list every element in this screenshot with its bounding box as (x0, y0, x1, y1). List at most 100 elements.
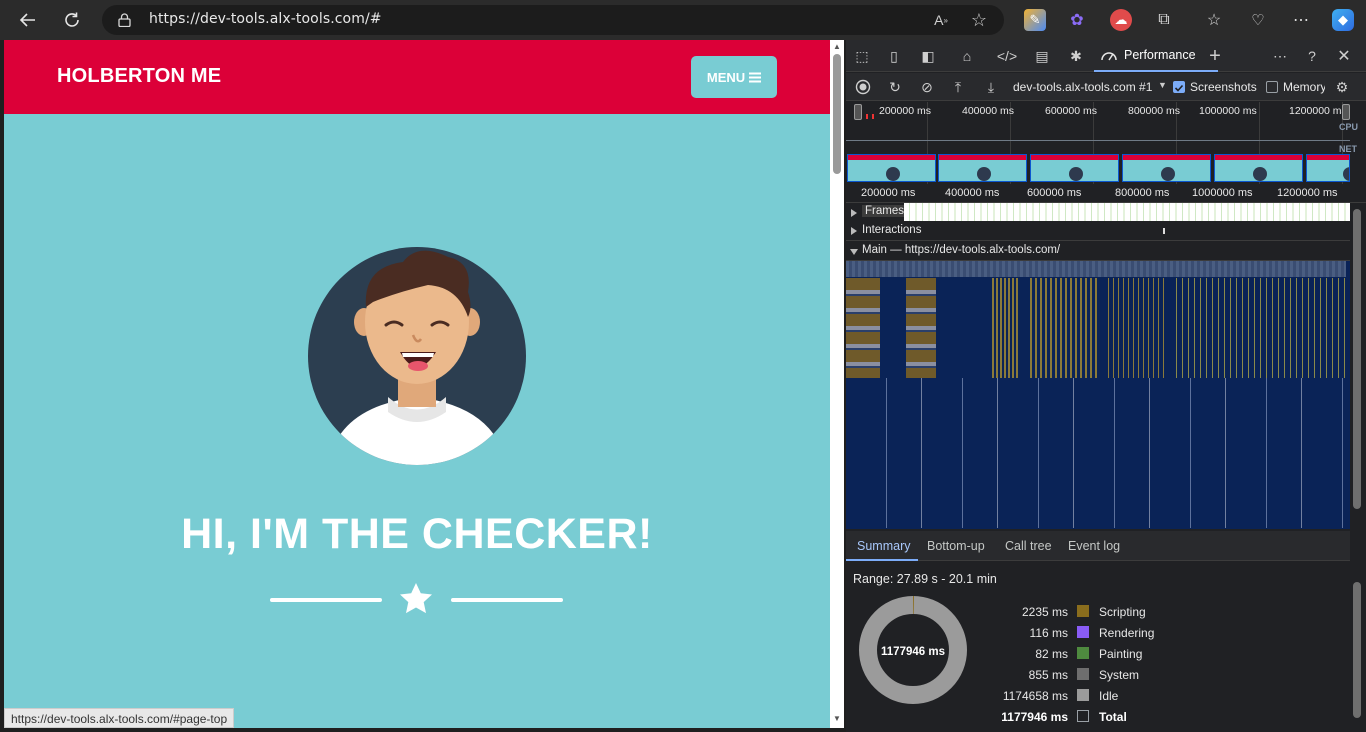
screenshot-thumbnail (847, 154, 936, 182)
console-icon[interactable]: ▤ (1032, 46, 1052, 66)
add-tab-icon[interactable]: + (1205, 45, 1225, 67)
reload-record-button[interactable]: ↻ (885, 77, 905, 97)
extension-pencil-icon[interactable]: ✎ (1024, 9, 1046, 31)
download-profile-icon[interactable]: ⤓ (981, 77, 1001, 97)
tab-bottom-up[interactable]: Bottom-up (927, 539, 985, 553)
long-task-marker (866, 114, 868, 119)
main-thread-track-header[interactable]: Main — https://dev-tools.alx-tools.com/ (846, 241, 1350, 261)
legend-value: 855 ms (1028, 668, 1068, 682)
legend-name: Idle (1099, 689, 1119, 703)
legend-swatch (1077, 710, 1089, 722)
reload-button[interactable] (58, 6, 86, 34)
summary-scroll-thumb[interactable] (1353, 582, 1361, 718)
favorites-icon[interactable]: ☆ (1203, 9, 1225, 31)
page-scrollbar[interactable]: ▲ ▼ (830, 40, 844, 728)
main-track-label: Main — https://dev-tools.alx-tools.com/ (862, 244, 1061, 256)
legend-swatch (1077, 605, 1089, 617)
main-collapse-icon[interactable] (850, 249, 858, 255)
screenshots-checkbox[interactable] (1173, 81, 1185, 93)
star-icon (400, 583, 432, 614)
frames-track-label: Frames (862, 205, 907, 217)
main-thread-flame-chart[interactable] (846, 261, 1350, 529)
menu-label: MENU (706, 69, 746, 85)
divider-line-right (451, 598, 563, 602)
devtools-panel: ⬚ ▯ ◧ ⌂ </> ▤ ✱ Performance + ⋯ ? ✕ ↻ ⊘ … (846, 40, 1366, 732)
legend-swatch (1077, 668, 1089, 680)
tab-summary[interactable]: Summary (857, 539, 910, 553)
read-aloud-icon[interactable]: A» (931, 10, 951, 30)
flame-cluster (846, 278, 880, 378)
record-button[interactable] (853, 77, 873, 97)
ruler-tick: 1200000 ms (1277, 187, 1338, 199)
scroll-up-icon[interactable]: ▲ (833, 42, 841, 51)
overview-right-handle[interactable] (1342, 104, 1350, 120)
interaction-marker (1163, 228, 1165, 234)
frames-expand-icon[interactable] (851, 209, 857, 217)
elements-icon[interactable]: </> (997, 46, 1017, 66)
summary-range: Range: 27.89 s - 20.1 min (853, 572, 997, 586)
status-url-tooltip: https://dev-tools.alx-tools.com/#page-to… (4, 708, 235, 728)
cpu-baseline (846, 140, 1350, 141)
tab-performance[interactable]: Performance (1094, 40, 1218, 72)
interactions-expand-icon[interactable] (851, 227, 857, 235)
memory-checkbox[interactable] (1266, 81, 1278, 93)
performance-gauge-icon (1101, 52, 1117, 61)
summary-row-idle: 1174658 ms Idle (986, 687, 1346, 705)
close-devtools-icon[interactable]: ✕ (1334, 46, 1354, 66)
timeline-scrollbar[interactable] (1350, 203, 1364, 529)
legend-value: 1177946 ms (1001, 710, 1068, 724)
target-select[interactable]: dev-tools.alx-tools.com #1 (1013, 80, 1152, 94)
extension-gear-icon[interactable]: ✿ (1066, 9, 1088, 31)
capture-settings-gear-icon[interactable]: ⚙ (1332, 77, 1352, 97)
device-emulation-icon[interactable]: ▯ (884, 46, 904, 66)
sources-bug-icon[interactable]: ✱ (1066, 46, 1086, 66)
extension-cloud-icon[interactable]: ☁ (1110, 9, 1132, 31)
address-url: https://dev-tools.alx-tools.com/# (149, 11, 382, 27)
hamburger-icon (749, 72, 762, 82)
dock-side-icon[interactable]: ◧ (918, 46, 938, 66)
summary-panel: Range: 27.89 s - 20.1 min 1177946 ms 223… (846, 562, 1350, 732)
cpu-label: CPU (1339, 122, 1359, 132)
summary-scrollbar[interactable] (1350, 562, 1364, 732)
devtools-more-icon[interactable]: ⋯ (1270, 46, 1290, 66)
address-bar[interactable]: https://dev-tools.alx-tools.com/# A» ☆ (102, 5, 1004, 35)
inspect-element-icon[interactable]: ⬚ (852, 46, 872, 66)
legend-value: 2235 ms (1021, 605, 1068, 619)
extensions-puzzle-icon[interactable]: ⧉ (1153, 9, 1175, 31)
copilot-icon[interactable]: ◆ (1332, 9, 1354, 31)
donut-total-label: 1177946 ms (881, 646, 945, 658)
back-button[interactable] (14, 6, 42, 34)
page-scroll-thumb[interactable] (833, 54, 841, 174)
summary-row-scripting: 2235 ms Scripting (986, 603, 1346, 621)
tab-event-log[interactable]: Event log (1068, 539, 1120, 553)
timeline-overview[interactable]: 200000 ms 400000 ms 600000 ms 800000 ms … (846, 102, 1366, 184)
legend-name: Rendering (1099, 626, 1155, 640)
scroll-down-icon[interactable]: ▼ (833, 714, 841, 723)
memory-label: Memory (1283, 80, 1325, 94)
tab-call-tree[interactable]: Call tree (1005, 539, 1052, 553)
overview-tick: 600000 ms (1045, 105, 1097, 117)
frames-track[interactable]: Frames (846, 203, 1350, 223)
screenshot-thumbnail (1030, 154, 1119, 182)
welcome-home-icon[interactable]: ⌂ (957, 46, 977, 66)
check-icon (1174, 84, 1184, 92)
legend-swatch (1077, 689, 1089, 701)
upload-profile-icon[interactable]: ⤒ (948, 77, 968, 97)
legend-name: Total (1099, 710, 1127, 724)
screenshot-thumbnail (938, 154, 1027, 182)
browser-essentials-icon[interactable]: ♡ (1247, 9, 1269, 31)
overview-left-handle[interactable] (854, 104, 862, 120)
target-dropdown-icon[interactable]: ▼ (1158, 80, 1167, 90)
help-icon[interactable]: ? (1302, 46, 1322, 66)
timeline-ruler: 200000 ms 400000 ms 600000 ms 800000 ms … (846, 185, 1366, 203)
interactions-track[interactable]: Interactions (846, 221, 1350, 241)
site-brand[interactable]: HOLBERTON ME (57, 65, 221, 88)
legend-name: Painting (1099, 647, 1143, 661)
menu-button[interactable]: MENU (691, 56, 777, 98)
timeline-scroll-thumb[interactable] (1353, 209, 1361, 509)
favorite-star-icon[interactable]: ☆ (969, 10, 989, 30)
flame-cluster (1030, 278, 1100, 378)
divider-line-left (270, 598, 382, 602)
more-menu-icon[interactable]: ⋯ (1290, 9, 1312, 31)
clear-icon[interactable]: ⊘ (917, 77, 937, 97)
